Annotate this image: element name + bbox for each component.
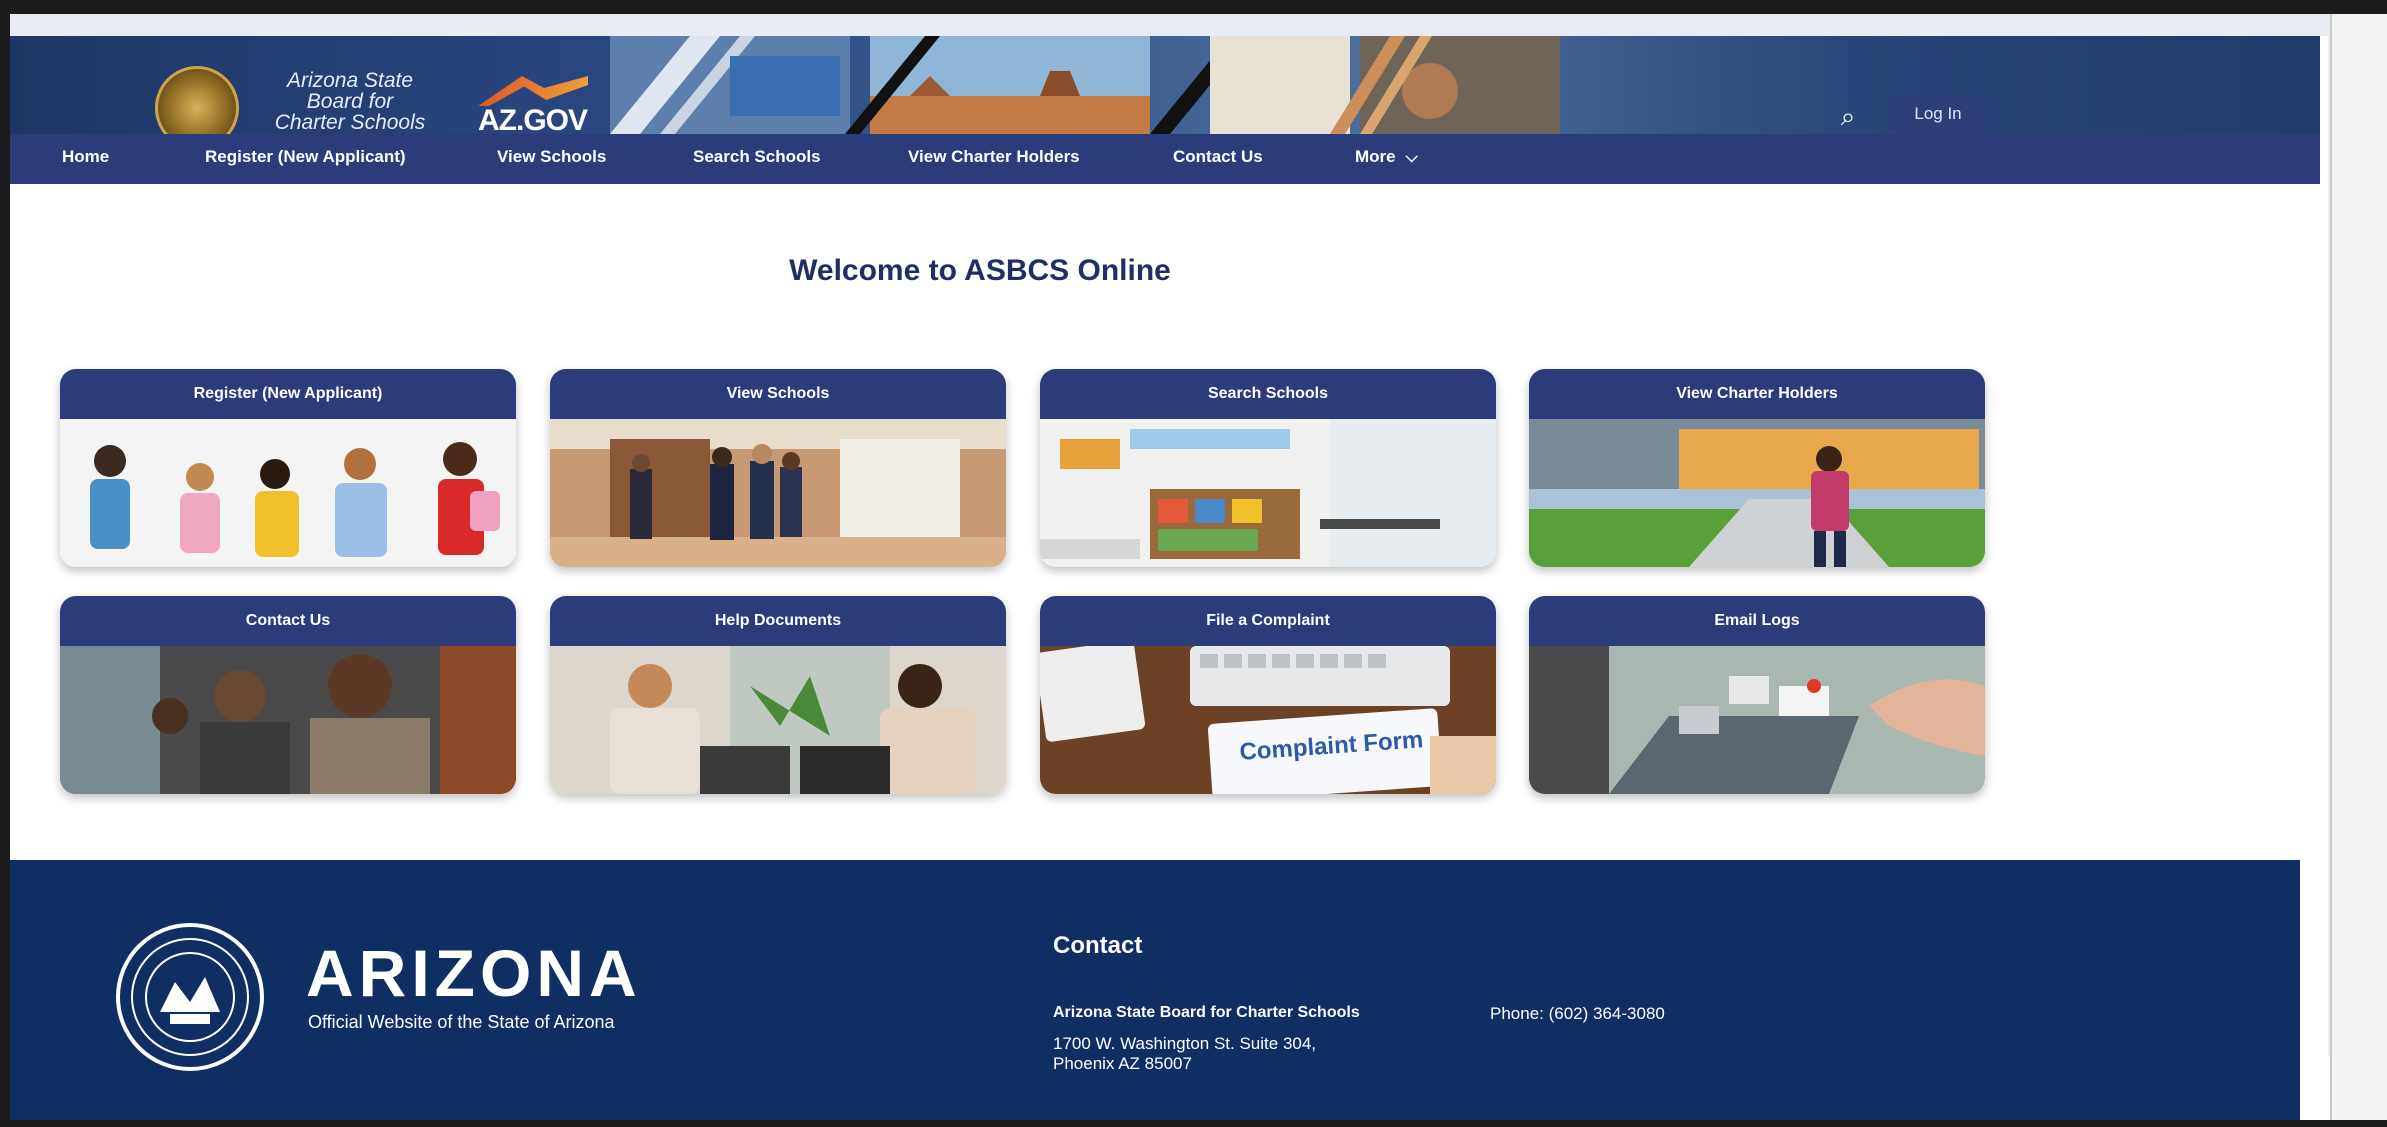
tile-title: Help Documents bbox=[550, 596, 1006, 646]
tile-view-charter-holders[interactable]: View Charter Holders bbox=[1529, 369, 1985, 567]
tile-search-schools[interactable]: Search Schools bbox=[1040, 369, 1496, 567]
nav-item-search-schools[interactable]: Search Schools bbox=[693, 134, 821, 184]
address-line-2: Phoenix AZ 85007 bbox=[1053, 1054, 1192, 1073]
asbcs-seal-logo bbox=[155, 66, 239, 134]
tile-image-classroom bbox=[1040, 419, 1496, 567]
nav-item-view-schools[interactable]: View Schools bbox=[497, 134, 606, 184]
tile-title: View Schools bbox=[550, 369, 1006, 419]
asbcs-brand-text: Arizona State Board for Charter Schools bbox=[250, 70, 450, 133]
site-header-banner: Arizona State Board for Charter Schools … bbox=[10, 36, 2320, 134]
tile-image-student-walking bbox=[1529, 419, 1985, 567]
tile-image-school-hallway bbox=[550, 419, 1006, 567]
tile-view-schools[interactable]: View Schools bbox=[550, 369, 1006, 567]
nav-more-label: More bbox=[1355, 147, 1396, 166]
azgov-logo[interactable]: AZ.GOV bbox=[468, 76, 598, 134]
footer-arizona-wordmark: ARIZONA bbox=[306, 936, 642, 1010]
tile-contact-us[interactable]: Contact Us bbox=[60, 596, 516, 794]
nav-item-view-charter-holders[interactable]: View Charter Holders bbox=[908, 134, 1080, 184]
site-footer: ARIZONA Official Website of the State of… bbox=[10, 860, 2300, 1120]
footer-contact-address: 1700 W. Washington St. Suite 304, Phoeni… bbox=[1053, 1034, 1316, 1074]
browser-viewport: Arizona State Board for Charter Schools … bbox=[10, 14, 2340, 1120]
nav-item-contact-us[interactable]: Contact Us bbox=[1173, 134, 1263, 184]
azgov-flame-icon bbox=[478, 76, 588, 106]
footer-contact-phone: Phone: (602) 364-3080 bbox=[1490, 1004, 1665, 1023]
nav-item-home[interactable]: Home bbox=[62, 134, 110, 187]
search-icon: ⌕ bbox=[1840, 101, 1856, 131]
azgov-logo-text: AZ.GOV bbox=[478, 104, 588, 134]
search-button[interactable]: ⌕ bbox=[1830, 98, 1866, 134]
footer-official-website-text: Official Website of the State of Arizona bbox=[308, 1012, 615, 1032]
page-title: Welcome to ASBCS Online bbox=[789, 254, 1171, 287]
tile-register[interactable]: Register (New Applicant) bbox=[60, 369, 516, 567]
tile-title: Contact Us bbox=[60, 596, 516, 646]
address-line-1: 1700 W. Washington St. Suite 304, bbox=[1053, 1034, 1317, 1053]
chevron-down-icon: ⌵ bbox=[1405, 149, 1418, 166]
tile-title: Register (New Applicant) bbox=[60, 369, 516, 419]
tile-title: Email Logs bbox=[1529, 596, 1985, 646]
main-nav-bar: Home Register (New Applicant) View Schoo… bbox=[10, 134, 2320, 187]
tile-title: File a Complaint bbox=[1040, 596, 1496, 646]
footer-contact-heading: Contact bbox=[1053, 932, 1143, 959]
nav-item-more[interactable]: More ⌵ bbox=[1355, 134, 1418, 184]
tile-email-logs[interactable]: Email Logs bbox=[1529, 596, 1985, 794]
login-button[interactable]: Log In bbox=[1890, 96, 1986, 132]
tile-image-call-center bbox=[60, 646, 516, 794]
browser-top-strip bbox=[10, 14, 2340, 36]
tile-image-complaint-form: Complaint Form bbox=[1040, 646, 1496, 794]
tile-file-a-complaint[interactable]: File a Complaint Complaint Form bbox=[1040, 596, 1496, 794]
arizona-state-seal-icon bbox=[116, 923, 264, 1071]
tile-image-people-laptops bbox=[550, 646, 1006, 794]
tile-title: Search Schools bbox=[1040, 369, 1496, 419]
tile-help-documents[interactable]: Help Documents bbox=[550, 596, 1006, 794]
footer-contact-organization: Arizona State Board for Charter Schools bbox=[1053, 1004, 1360, 1021]
brand-line-1: Arizona State bbox=[286, 69, 414, 92]
tile-image-children bbox=[60, 419, 516, 567]
adjacent-window-edge bbox=[2330, 14, 2387, 1120]
tile-title: View Charter Holders bbox=[1529, 369, 1985, 419]
tile-image-email-laptop bbox=[1529, 646, 1985, 794]
brand-line-2: Board for bbox=[306, 90, 394, 113]
banner-photo-collage bbox=[610, 36, 1560, 134]
nav-item-register[interactable]: Register (New Applicant) bbox=[205, 134, 406, 184]
brand-line-3: Charter Schools bbox=[274, 111, 426, 134]
